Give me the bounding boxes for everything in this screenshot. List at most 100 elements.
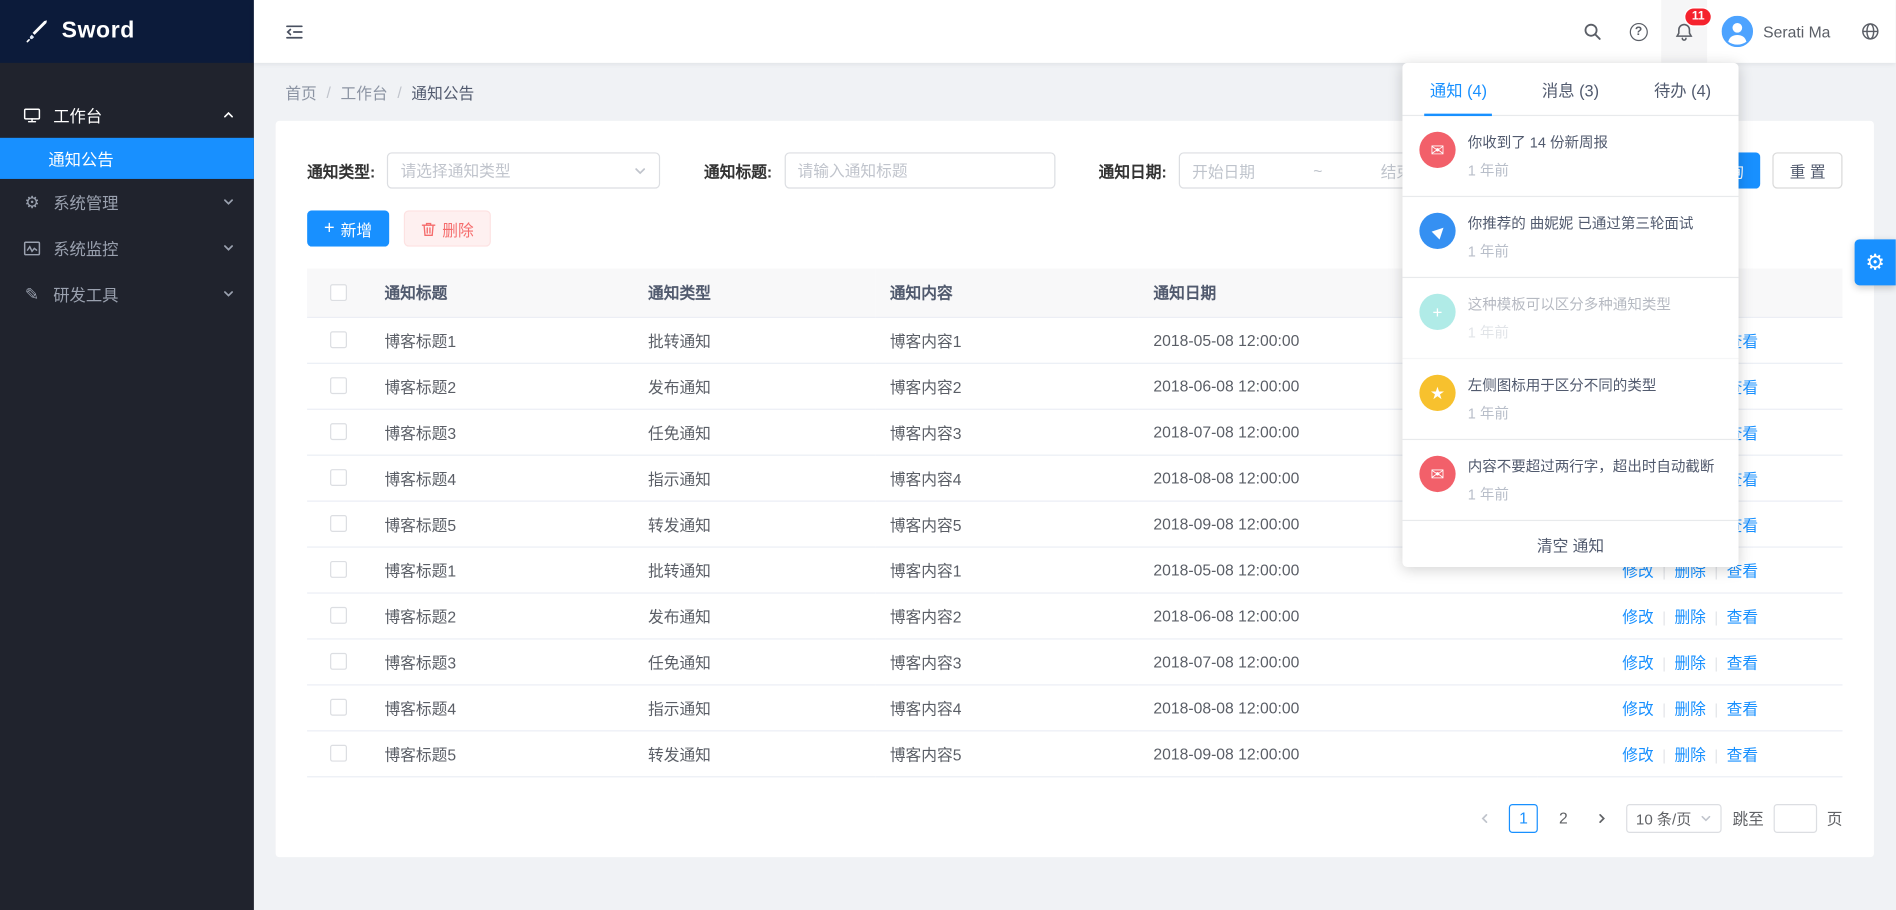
row-action-view[interactable]: 查看 [1727,653,1758,671]
notification-item[interactable]: ▶ 你推荐的 曲妮妮 已通过第三轮面试 1 年前 [1402,197,1738,278]
row-action-edit[interactable]: 修改 [1622,699,1653,717]
table-row[interactable]: 博客标题5 转发通知 博客内容5 2018-09-08 12:00:00 修改|… [307,730,1842,776]
notice-type-select[interactable] [387,152,660,188]
plus-icon: + [324,219,335,237]
delete-button[interactable]: 删除 [404,210,491,246]
notice-title-field [784,152,1055,188]
row-checkbox[interactable] [330,561,347,578]
sidebar-item-system-admin[interactable]: ⚙ 系统管理 [0,179,254,225]
globe-icon [1861,22,1880,41]
chevron-up-icon [222,109,234,121]
filter-type-group: 通知类型: [307,152,660,188]
notification-item[interactable]: ★ 左侧图标用于区分不同的类型 1 年前 [1402,359,1738,440]
chevron-down-icon [222,242,234,254]
pagination-prev-button[interactable] [1471,803,1498,832]
table-row[interactable]: 博客标题2 发布通知 博客内容2 2018-06-08 12:00:00 修改|… [307,592,1842,638]
breadcrumb-workbench[interactable]: 工作台 [341,81,388,104]
sword-logo-icon [24,19,49,44]
notification-item[interactable]: + 这种模板可以区分多种通知类型 1 年前 [1402,278,1738,359]
add-button[interactable]: + 新增 [307,210,389,246]
notification-item[interactable]: ✉ 你收到了 14 份新周报 1 年前 [1402,116,1738,197]
notice-title-input[interactable] [798,161,1042,179]
chevron-down-icon [1700,812,1712,824]
cell-notice-type: 发布通知 [634,592,876,638]
pencil-icon: ✎ [22,284,43,305]
tab-messages[interactable]: 消息 (3) [1514,63,1626,115]
row-action-delete[interactable]: 删除 [1674,745,1705,763]
page-size-select[interactable]: 10 条/页 [1626,803,1721,832]
cell-notice-title: 博客标题3 [370,409,634,455]
cell-notice-title: 博客标题1 [370,546,634,592]
row-action-edit[interactable]: 修改 [1622,745,1653,763]
pagination-page-1[interactable]: 1 [1509,803,1538,832]
notifications-button[interactable]: 11 [1662,0,1708,63]
row-action-delete[interactable]: 删除 [1674,608,1705,626]
cell-notice-date: 2018-07-08 12:00:00 [1139,638,1538,684]
table-row[interactable]: 博客标题3 任免通知 博客内容3 2018-07-08 12:00:00 修改|… [307,638,1842,684]
notification-text: 你推荐的 曲妮妮 已通过第三轮面试 [1468,213,1694,234]
cell-actions: 修改|删除|查看 [1538,592,1843,638]
action-separator: | [1662,701,1666,718]
app-logo[interactable]: Sword [0,0,254,63]
sidebar-item-label: 系统监控 [53,236,118,260]
pagination-page-2[interactable]: 2 [1549,803,1578,832]
row-checkbox[interactable] [330,331,347,348]
row-action-view[interactable]: 查看 [1727,608,1758,626]
cell-notice-content: 博客内容4 [875,684,1139,730]
sidebar-collapse-button[interactable] [276,13,312,49]
notification-text: 这种模板可以区分多种通知类型 [1468,294,1671,315]
cell-notice-content: 博客内容2 [875,363,1139,409]
cell-notice-content: 博客内容2 [875,592,1139,638]
tab-notices[interactable]: 通知 (4) [1402,63,1514,115]
row-action-view[interactable]: 查看 [1727,699,1758,717]
breadcrumb-home[interactable]: 首页 [285,81,316,104]
row-checkbox[interactable] [330,745,347,762]
row-checkbox[interactable] [330,469,347,486]
cell-notice-type: 指示通知 [634,455,876,501]
sidebar-item-workbench[interactable]: 工作台 [0,92,254,138]
notification-panel: 通知 (4) 消息 (3) 待办 (4) ✉ 你收到了 14 份新周报 1 年前… [1402,63,1738,567]
row-checkbox[interactable] [330,699,347,716]
help-button[interactable]: ? [1616,0,1662,63]
tab-todos[interactable]: 待办 (4) [1627,63,1739,115]
sidebar-menu: 工作台 通知公告 ⚙ 系统管理 系统监控 [0,63,254,317]
user-menu[interactable]: Serati Ma [1708,0,1845,63]
action-separator: | [1714,701,1718,718]
notification-tabs: 通知 (4) 消息 (3) 待办 (4) [1402,63,1738,116]
reset-button[interactable]: 重 置 [1773,152,1843,188]
search-button[interactable] [1570,0,1616,63]
notification-item[interactable]: ✉ 内容不要超过两行字，超出时自动截断 1 年前 [1402,440,1738,521]
row-checkbox[interactable] [330,377,347,394]
pagination-next-button[interactable] [1589,803,1616,832]
row-checkbox[interactable] [330,653,347,670]
app-title: Sword [62,18,135,45]
sidebar-item-dev-tools[interactable]: ✎ 研发工具 [0,271,254,317]
question-icon: ? [1630,22,1648,40]
row-action-edit[interactable]: 修改 [1622,653,1653,671]
chevron-left-icon [1479,812,1491,824]
row-action-view[interactable]: 查看 [1727,745,1758,763]
chevron-down-icon [634,164,647,177]
page-jump: 跳至 页 [1732,803,1842,832]
sidebar: Sword 工作台 通知公告 ⚙ 系统管理 [0,0,254,910]
theme-settings-button[interactable]: ⚙ [1855,239,1896,285]
table-row[interactable]: 博客标题4 指示通知 博客内容4 2018-08-08 12:00:00 修改|… [307,684,1842,730]
sidebar-item-system-monitor[interactable]: 系统监控 [0,225,254,271]
row-action-delete[interactable]: 删除 [1674,653,1705,671]
row-action-edit[interactable]: 修改 [1622,608,1653,626]
clear-notifications-button[interactable]: 清空 通知 [1402,521,1738,567]
top-header: ? 11 Serati Ma [254,0,1896,63]
sidebar-item-notice[interactable]: 通知公告 [0,138,254,179]
language-button[interactable] [1845,0,1896,63]
cell-notice-content: 博客内容3 [875,638,1139,684]
row-action-delete[interactable]: 删除 [1674,699,1705,717]
avatar [1722,16,1753,47]
notice-type-select-input[interactable] [401,161,634,179]
trash-icon [420,221,436,237]
select-all-checkbox[interactable] [330,284,347,301]
jump-page-input[interactable] [1774,803,1818,832]
row-checkbox[interactable] [330,515,347,532]
sidebar-item-label: 工作台 [53,103,102,127]
row-checkbox[interactable] [330,423,347,440]
row-checkbox[interactable] [330,607,347,624]
